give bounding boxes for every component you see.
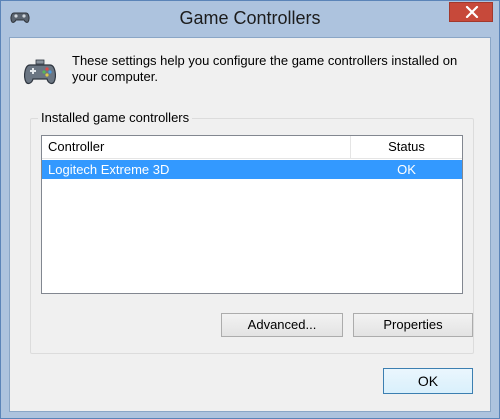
gamepad-icon (23, 58, 57, 88)
row-status: OK (397, 162, 416, 177)
window-title: Game Controllers (179, 8, 321, 28)
game-controllers-window: Game Controllers These settings help you… (0, 0, 500, 419)
properties-button[interactable]: Properties (353, 313, 473, 337)
row-controller-name: Logitech Extreme 3D (48, 162, 170, 177)
dialog-body: These settings help you configure the ga… (9, 37, 491, 412)
list-header: Controller Status (42, 136, 462, 159)
controllers-list[interactable]: Controller Status Logitech Extreme 3D OK (41, 135, 463, 294)
close-button[interactable] (449, 2, 493, 22)
installed-controllers-group: Installed game controllers Controller St… (30, 110, 474, 354)
column-header-controller[interactable]: Controller (42, 136, 351, 158)
group-label: Installed game controllers (38, 110, 193, 126)
close-icon (465, 6, 479, 18)
table-row[interactable]: Logitech Extreme 3D OK (42, 160, 462, 179)
title-bar[interactable]: Game Controllers (1, 1, 499, 37)
advanced-button[interactable]: Advanced... (221, 313, 343, 337)
ok-button[interactable]: OK (383, 368, 473, 394)
description-text: These settings help you configure the ga… (72, 53, 458, 84)
column-header-status[interactable]: Status (351, 136, 462, 158)
